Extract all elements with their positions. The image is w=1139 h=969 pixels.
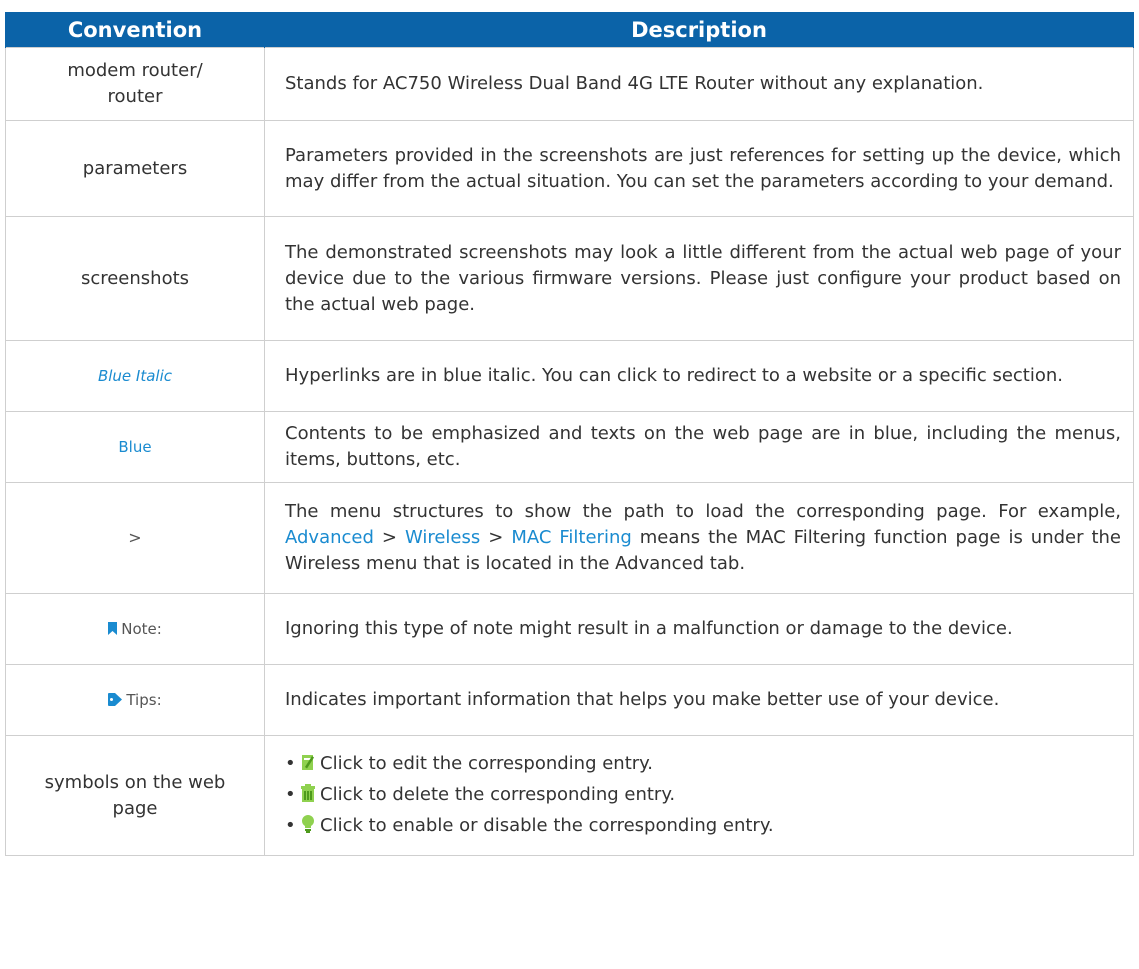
description-cell: Ignoring this type of note might result …: [264, 593, 1134, 665]
symbol-description: Click to edit the corresponding entry.: [320, 753, 653, 774]
delete-icon: [301, 782, 315, 811]
convention-cell: screenshots: [5, 216, 265, 341]
convention-cell: Tips:: [5, 664, 265, 736]
table-row: Note: Ignoring this type of note might r…: [5, 593, 1134, 665]
path-separator: >: [381, 527, 397, 548]
edit-icon: [301, 751, 315, 780]
convention-text: modem router/ router: [67, 60, 203, 107]
table-row: Blue Italic Hyperlinks are in blue itali…: [5, 340, 1134, 412]
list-item: Click to enable or disable the correspon…: [285, 811, 1121, 842]
description-cell: Click to edit the corresponding entry. C…: [264, 735, 1134, 856]
convention-cell: >: [5, 482, 265, 594]
table-row: Blue Contents to be emphasized and texts…: [5, 411, 1134, 483]
blue-sample: Blue: [118, 438, 152, 456]
bookmark-icon: [108, 617, 118, 643]
table-row: parameters Parameters provided in the sc…: [5, 120, 1134, 217]
convention-cell: modem router/ router: [5, 47, 265, 121]
table-row: Tips: Indicates important information th…: [5, 664, 1134, 736]
convention-cell: Note:: [5, 593, 265, 665]
convention-text: symbols on the web page: [44, 771, 226, 819]
path-separator-sample: >: [128, 528, 142, 547]
symbols-list: Click to edit the corresponding entry. C…: [285, 749, 1121, 842]
description-cell: The menu structures to show the path to …: [264, 482, 1134, 594]
blue-italic-sample: Blue Italic: [97, 367, 173, 385]
description-cell: Contents to be emphasized and texts on t…: [264, 411, 1134, 483]
description-text: The menu structures to show the path to …: [285, 501, 1121, 522]
conventions-table: Convention Description modem router/ rou…: [5, 12, 1134, 856]
list-item: Click to delete the corresponding entry.: [285, 780, 1121, 811]
convention-cell: symbols on the web page: [5, 735, 265, 856]
table-row: symbols on the web page Click to edit th…: [5, 735, 1134, 856]
description-cell: Hyperlinks are in blue italic. You can c…: [264, 340, 1134, 412]
list-item: Click to edit the corresponding entry.: [285, 749, 1121, 780]
convention-cell: Blue Italic: [5, 340, 265, 412]
symbol-description: Click to enable or disable the correspon…: [320, 815, 774, 836]
tag-icon: [108, 688, 123, 714]
menu-path-advanced: Advanced: [285, 527, 374, 548]
path-separator: >: [488, 527, 504, 548]
table-row: modem router/ router Stands for AC750 Wi…: [5, 47, 1134, 121]
convention-cell: parameters: [5, 120, 265, 217]
note-label: Note:: [121, 619, 162, 638]
header-description: Description: [264, 12, 1134, 48]
menu-path-wireless: Wireless: [404, 527, 481, 548]
description-cell: Indicates important information that hel…: [264, 664, 1134, 736]
description-cell: The demonstrated screenshots may look a …: [264, 216, 1134, 341]
table-row: > The menu structures to show the path t…: [5, 482, 1134, 594]
menu-path-mac-filtering: MAC Filtering: [511, 527, 632, 548]
header-convention: Convention: [5, 12, 265, 48]
table-header-row: Convention Description: [5, 12, 1134, 48]
description-cell: Parameters provided in the screenshots a…: [264, 120, 1134, 217]
enable-icon: [301, 813, 315, 842]
convention-cell: Blue: [5, 411, 265, 483]
tips-label: Tips:: [126, 690, 162, 709]
conventions-table-container: Convention Description modem router/ rou…: [5, 12, 1134, 856]
symbol-description: Click to delete the corresponding entry.: [320, 784, 676, 805]
description-cell: Stands for AC750 Wireless Dual Band 4G L…: [264, 47, 1134, 121]
table-row: screenshots The demonstrated screenshots…: [5, 216, 1134, 341]
